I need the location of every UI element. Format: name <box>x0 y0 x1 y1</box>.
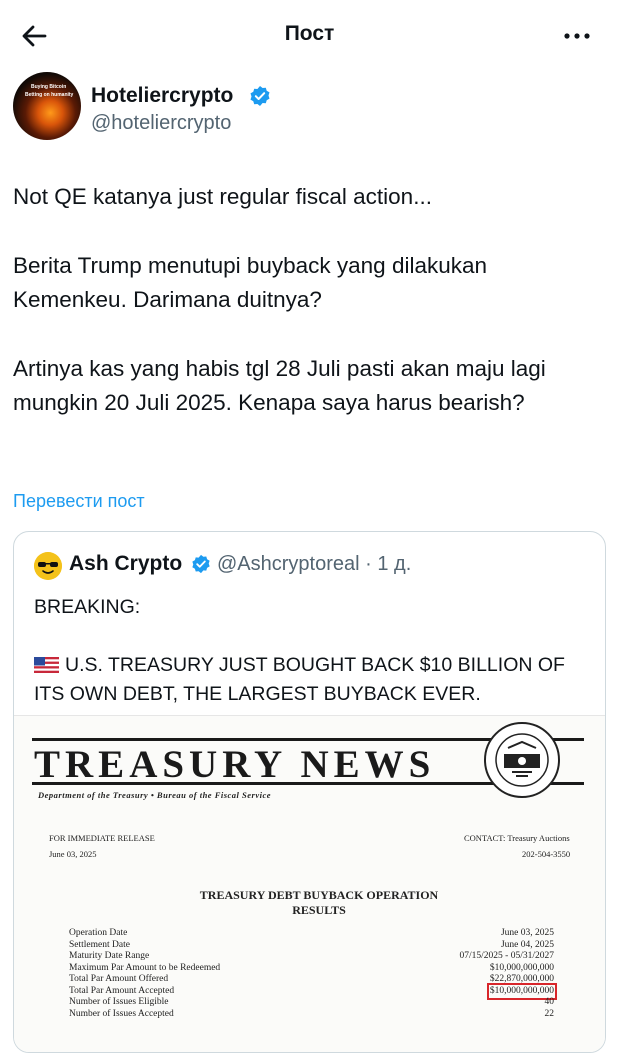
post-paragraph: Not QE katanya just regular fiscal actio… <box>13 184 432 209</box>
row-value: 07/15/2025 - 05/31/2027 <box>459 951 554 961</box>
row-label: Number of Issues Eligible <box>69 997 169 1007</box>
avatar-text: Betting on humanity <box>25 92 74 98</box>
document-heading: RESULTS <box>292 903 346 917</box>
row-value: $22,870,000,000 <box>489 974 554 984</box>
row-value: June 03, 2025 <box>500 928 554 938</box>
table-row: Total Par Amount Offered $22,870,000,000 <box>69 974 554 986</box>
page-title: Пост <box>284 22 335 45</box>
release-date: June 03, 2025 <box>49 849 97 859</box>
table-row: Maturity Date Range 07/15/2025 - 05/31/20… <box>69 951 554 963</box>
row-label: Maturity Date Range <box>69 951 150 961</box>
row-value: June 04, 2025 <box>500 939 554 950</box>
document-subtitle: Department of the Treasury • Bureau of t… <box>38 790 272 800</box>
row-label: Total Par Amount Accepted <box>69 985 175 996</box>
author-handle[interactable]: @hoteliercrypto <box>91 112 231 135</box>
quoted-author-handle: @Ashcryptoreal · 1 д. <box>217 553 412 575</box>
release-label: FOR IMMEDIATE RELEASE <box>49 833 155 843</box>
table-row: Number of Issues Eligible 40 <box>69 997 554 1009</box>
quoted-post[interactable]: Ash Crypto @Ashcryptoreal · 1 д. BREAKIN… <box>13 531 606 1053</box>
table-row: Total Par Amount Accepted $10,000,000,000 <box>69 982 558 1000</box>
quoted-media-image[interactable]: TREASURY NEWS Department of the Treasury… <box>14 715 605 1052</box>
quoted-author-avatar[interactable] <box>34 552 62 580</box>
top-bar: Пост <box>0 0 619 70</box>
table-row: Number of Issues Accepted 22 <box>69 1009 554 1021</box>
more-horizontal-icon <box>564 33 590 39</box>
post-paragraph: Berita Trump menutupi buyback yang dilak… <box>13 252 488 313</box>
row-label: Settlement Date <box>69 939 130 950</box>
row-label: Operation Date <box>69 928 128 938</box>
author-avatar[interactable]: Buying Bitcoin Betting on humanity <box>13 72 81 140</box>
table-row: Maximum Par Amount to be Redeemed $10,000… <box>69 963 554 975</box>
treasury-seal-icon <box>484 722 560 798</box>
quoted-headline: U.S. TREASURY JUST BOUGHT BACK $10 BILLI… <box>34 654 565 705</box>
more-button[interactable] <box>561 20 593 52</box>
row-value: 22 <box>544 1008 555 1019</box>
quoted-paragraph: U.S. TREASURY JUST BOUGHT BACK $10 BILLI… <box>34 651 594 709</box>
row-value: 40 <box>544 997 555 1007</box>
verified-badge-icon <box>192 554 210 574</box>
post-paragraph: Artinya kas yang habis tgl 28 Juli pasti… <box>13 355 546 416</box>
contact-phone: 202-504-3550 <box>522 849 571 859</box>
row-value: $10,000,000,000 <box>489 962 554 973</box>
post-body: Not QE katanya just regular fiscal actio… <box>13 180 603 455</box>
quoted-author-name: Ash Crypto <box>69 552 183 575</box>
results-table: Operation Date June 03, 2025 Settlement D… <box>69 928 558 1021</box>
highlighted-value: $10,000,000,000 <box>486 982 558 1000</box>
author-name[interactable]: Hoteliercrypto <box>91 84 233 108</box>
sunglasses-face-icon <box>34 552 62 580</box>
translate-post-link[interactable]: Перевести пост <box>13 491 145 512</box>
us-flag-icon <box>34 657 59 673</box>
row-label: Maximum Par Amount to be Redeemed <box>69 962 221 973</box>
table-row: Settlement Date June 04, 2025 <box>69 940 554 952</box>
verified-badge-icon <box>250 86 270 106</box>
contact-label: CONTACT: Treasury Auctions <box>464 833 570 843</box>
table-row: Operation Date June 03, 2025 <box>69 928 554 940</box>
document-heading: TREASURY DEBT BUYBACK OPERATION <box>199 888 439 902</box>
document-masthead: TREASURY NEWS <box>34 743 436 786</box>
avatar-text: Buying Bitcoin <box>31 84 67 90</box>
row-label: Total Par Amount Offered <box>69 974 169 984</box>
quoted-paragraph: BREAKING: <box>34 596 141 618</box>
row-label: Number of Issues Accepted <box>69 1008 174 1019</box>
